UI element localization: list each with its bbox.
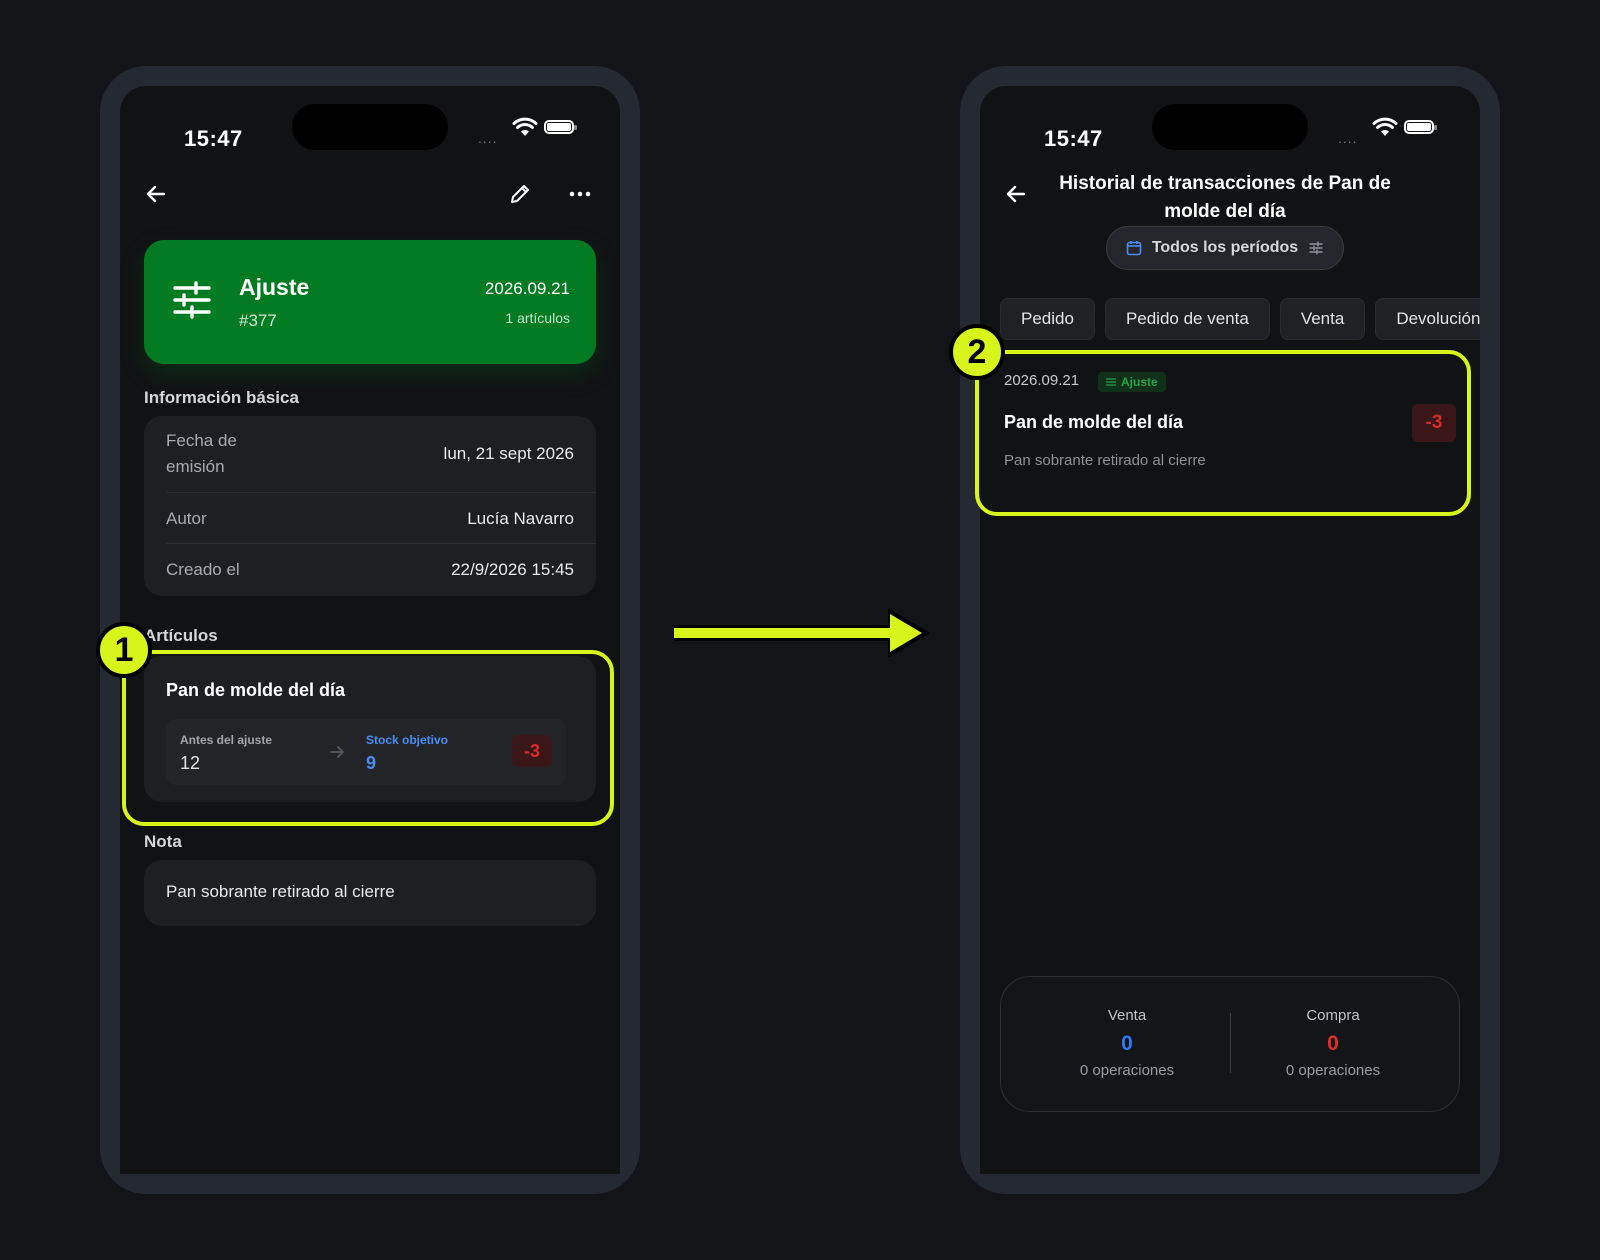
- purchase-summary: Compra 0 0 operaciones: [1233, 1007, 1433, 1079]
- quantity-delta-badge: -3: [512, 735, 552, 767]
- status-time: 15:47: [1044, 126, 1103, 151]
- sale-operations: 0 operaciones: [1079, 1062, 1175, 1079]
- arrow-left-icon: [1006, 185, 1026, 203]
- transaction-type-filters: Pedido Pedido de venta Venta Devolución: [1000, 298, 1480, 340]
- filter-sliders-icon: [1309, 241, 1323, 255]
- period-chip-label: Todos los períodos: [1151, 239, 1299, 256]
- basic-info-heading: Información básica: [144, 388, 299, 407]
- adjustment-detail-screen: 15:47 .... Ajuste #377 2026.09.21 1 artí…: [120, 86, 620, 1174]
- page-title: Historial de transacciones de Pan de mol…: [1059, 173, 1391, 222]
- transaction-date: 2026.09.21: [1004, 372, 1080, 389]
- filter-chip-order[interactable]: Pedido: [1000, 298, 1095, 340]
- transaction-delta-badge: -3: [1412, 404, 1456, 442]
- period-filter-chip[interactable]: Todos los períodos: [1106, 226, 1344, 270]
- transaction-list-item[interactable]: 2026.09.21 Ajuste Pan de molde del día P…: [980, 348, 1480, 508]
- note-card: Pan sobrante retirado al cierre: [144, 860, 596, 926]
- adjustment-title: Ajuste: [239, 274, 310, 300]
- phone-frame-transaction-history: 15:47 .... Historial de transacciones de…: [960, 66, 1500, 1194]
- back-button[interactable]: [142, 180, 170, 208]
- adjustment-header-card: Ajuste #377 2026.09.21 1 artículos: [144, 240, 596, 364]
- transaction-item-name: Pan de molde del día: [1004, 412, 1184, 432]
- purchase-operations: 0 operaciones: [1285, 1062, 1381, 1079]
- back-button[interactable]: [1002, 180, 1030, 208]
- calendar-icon: [1126, 241, 1142, 256]
- summary-panel: Venta 0 0 operaciones Compra 0 0 operaci…: [1000, 976, 1460, 1112]
- adjustment-number: #377: [239, 311, 277, 330]
- sliders-icon: [173, 281, 211, 319]
- purchase-label: Compra: [1306, 1007, 1360, 1024]
- divider: [166, 492, 596, 493]
- summary-divider: [1230, 1013, 1231, 1073]
- sale-label: Venta: [1107, 1007, 1147, 1024]
- info-key: Fecha de emisión: [166, 431, 237, 476]
- transaction-type-label: Ajuste: [1121, 375, 1158, 389]
- item-name: Pan de molde del día: [166, 680, 346, 700]
- transaction-note: Pan sobrante retirado al cierre: [1004, 452, 1206, 469]
- arrow-right-icon: [330, 746, 345, 758]
- stock-change-panel: Antes del ajuste 12 Stock objetivo 9 -3: [166, 719, 566, 785]
- divider: [166, 543, 596, 544]
- wifi-icon: [1372, 117, 1398, 136]
- target-stock-value: 9: [366, 753, 377, 773]
- info-key: Creado el: [166, 560, 240, 579]
- info-row-created-at: Creado el 22/9/2026 15:45: [166, 557, 574, 583]
- signal-icon: ....: [478, 130, 498, 146]
- arrow-left-icon: [146, 185, 166, 203]
- phone-frame-adjustment-detail: 15:47 .... Ajuste #377 2026.09.21 1 artí…: [100, 66, 640, 1194]
- target-stock-label: Stock objetivo: [366, 733, 449, 747]
- note-heading: Nota: [144, 832, 182, 851]
- transaction-history-screen: 15:47 .... Historial de transacciones de…: [980, 86, 1480, 1174]
- items-heading: Artículos: [144, 626, 218, 645]
- transaction-type-badge: Ajuste: [1098, 372, 1166, 392]
- filter-chip-return[interactable]: Devolución: [1375, 298, 1480, 340]
- basic-info-card: Fecha de emisión lun, 21 sept 2026 Autor…: [144, 416, 596, 596]
- wifi-icon: [512, 117, 538, 136]
- battery-icon: [544, 120, 577, 134]
- item-count: 1 artículos: [505, 310, 570, 326]
- info-value: lun, 21 sept 2026: [443, 444, 574, 463]
- info-row-author: Autor Lucía Navarro: [166, 506, 574, 532]
- signal-icon: ....: [1338, 130, 1358, 146]
- info-key: Autor: [166, 509, 207, 528]
- more-options-button[interactable]: [566, 180, 594, 208]
- tutorial-canvas: 15:47 .... Ajuste #377 2026.09.21 1 artí…: [0, 0, 1600, 1260]
- more-horizontal-icon: [569, 191, 591, 197]
- filter-chip-sale[interactable]: Venta: [1279, 298, 1366, 340]
- battery-icon: [1404, 120, 1437, 134]
- info-row-issue-date: Fecha de emisión lun, 21 sept 2026: [166, 428, 574, 480]
- dynamic-island: [1152, 104, 1308, 150]
- note-text: Pan sobrante retirado al cierre: [166, 882, 395, 901]
- sliders-icon: [1106, 378, 1116, 386]
- item-card[interactable]: Pan de molde del día Antes del ajuste 12…: [144, 656, 596, 802]
- adjustment-date: 2026.09.21: [484, 279, 570, 298]
- pencil-icon: [511, 185, 529, 203]
- flow-arrow-icon: [674, 608, 930, 658]
- before-adjustment-value: 12: [180, 753, 201, 773]
- purchase-total: 0: [1327, 1032, 1339, 1055]
- info-value: Lucía Navarro: [467, 509, 574, 528]
- status-time: 15:47: [184, 126, 243, 151]
- sale-total: 0: [1121, 1032, 1133, 1055]
- before-adjustment-label: Antes del ajuste: [180, 733, 273, 747]
- dynamic-island: [292, 104, 448, 150]
- sale-summary: Venta 0 0 operaciones: [1027, 1007, 1227, 1079]
- step-2-badge: 2: [949, 324, 1005, 380]
- edit-button[interactable]: [506, 180, 534, 208]
- filter-chip-sales-order[interactable]: Pedido de venta: [1104, 298, 1270, 340]
- step-1-badge: 1: [96, 622, 152, 678]
- info-value: 22/9/2026 15:45: [451, 560, 574, 579]
